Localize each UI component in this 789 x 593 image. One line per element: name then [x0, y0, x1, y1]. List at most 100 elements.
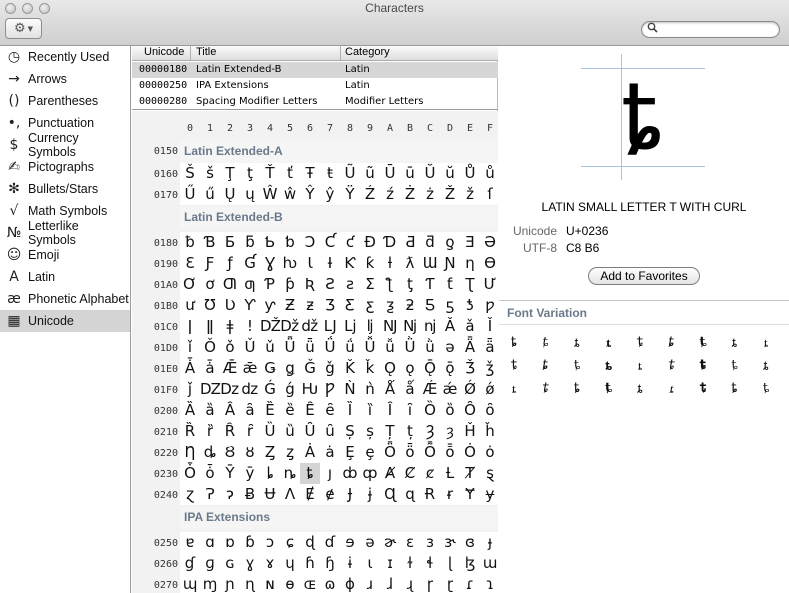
character-cell[interactable]: ȸ	[340, 463, 360, 484]
character-cell[interactable]: ƙ	[360, 253, 380, 274]
character-cell[interactable]: Ƅ	[260, 232, 280, 253]
character-cell[interactable]: Ⱥ	[380, 463, 400, 484]
character-cell[interactable]: Ȕ	[260, 421, 280, 442]
sidebar-item-currency-symbols[interactable]: $ Currency Symbols	[0, 131, 130, 159]
character-cell[interactable]: ɜ	[420, 532, 440, 553]
character-cell[interactable]: Ǖ	[280, 337, 300, 358]
character-cell[interactable]: ƛ	[400, 253, 420, 274]
character-cell[interactable]: Ǎ	[440, 316, 460, 337]
character-cell[interactable]: ǆ	[300, 316, 320, 337]
sidebar-item-pictographs[interactable]: ✍ Pictographs	[0, 156, 130, 178]
table-row[interactable]: 00000250 IPA Extensions Latin	[132, 78, 498, 94]
sidebar-item-phonetic-alphabet[interactable]: æ Phonetic Alphabet	[0, 288, 130, 310]
character-cell[interactable]: Ǫ	[380, 358, 400, 379]
character-cell[interactable]: Ɏ	[460, 484, 480, 505]
character-cell[interactable]: Ƀ	[240, 484, 260, 505]
character-cell[interactable]: Ȧ	[300, 442, 320, 463]
character-cell[interactable]: ǡ	[200, 358, 220, 379]
character-cell[interactable]: ɬ	[420, 553, 440, 574]
character-cell[interactable]: Ǘ	[320, 337, 340, 358]
font-variation-cell[interactable]: ȶ	[594, 378, 624, 400]
character-cell[interactable]: Ǹ	[340, 379, 360, 400]
character-cell[interactable]: Ż	[400, 184, 420, 205]
character-cell[interactable]: Ǻ	[380, 379, 400, 400]
character-cell[interactable]: ɩ	[360, 553, 380, 574]
character-cell[interactable]: Ș	[340, 421, 360, 442]
font-variation-cell[interactable]: ȶ	[531, 378, 561, 400]
character-cell[interactable]: Ǌ	[380, 316, 400, 337]
column-header-category[interactable]: Category	[345, 46, 390, 58]
character-cell[interactable]: Ȏ	[460, 400, 480, 421]
sidebar-item-letterlike-symbols[interactable]: № Letterlike Symbols	[0, 219, 130, 247]
action-menu-button[interactable]: ⚙ ▼	[5, 18, 42, 39]
character-cell[interactable]: Ț	[380, 421, 400, 442]
character-cell[interactable]: ȶ	[300, 463, 320, 484]
character-cell[interactable]: ƃ	[240, 232, 260, 253]
character-cell[interactable]: ǘ	[340, 337, 360, 358]
character-cell[interactable]: ɖ	[300, 532, 320, 553]
character-cell[interactable]: Ƕ	[300, 379, 320, 400]
character-cell[interactable]: ŷ	[320, 184, 340, 205]
sidebar-item-unicode[interactable]: ▦ Unicode	[0, 310, 130, 332]
character-cell[interactable]: ɵ	[280, 574, 300, 593]
font-variation-cell[interactable]: ȶ	[562, 332, 592, 354]
table-row[interactable]: 00000280 Spacing Modifier Letters Modifier…	[132, 94, 498, 110]
character-cell[interactable]: Ǭ	[420, 358, 440, 379]
character-cell[interactable]: Ɵ	[480, 253, 498, 274]
character-cell[interactable]: Ʈ	[460, 274, 480, 295]
character-cell[interactable]: ș	[360, 421, 380, 442]
character-cell[interactable]: ɴ	[260, 574, 280, 593]
character-cell[interactable]: ɭ	[440, 553, 460, 574]
character-cell[interactable]: Ũ	[340, 163, 360, 184]
character-cell[interactable]: Ţ	[220, 163, 240, 184]
character-cell[interactable]: Ɛ	[180, 253, 200, 274]
character-cell[interactable]: ƀ	[180, 232, 200, 253]
character-cell[interactable]: Ž	[440, 184, 460, 205]
character-cell[interactable]: Ǩ	[340, 358, 360, 379]
character-cell[interactable]: Ȇ	[300, 400, 320, 421]
character-cell[interactable]: Ⱦ	[460, 463, 480, 484]
character-cell[interactable]: ɞ	[460, 532, 480, 553]
character-cell[interactable]: Ȼ	[400, 463, 420, 484]
character-cell[interactable]: ǌ	[420, 316, 440, 337]
character-cell[interactable]: ƅ	[280, 232, 300, 253]
character-cell[interactable]: Ɍ	[420, 484, 440, 505]
character-cell[interactable]: ţ	[240, 163, 260, 184]
character-cell[interactable]: Ɩ	[300, 253, 320, 274]
character-cell[interactable]: Ǆ	[260, 316, 281, 337]
character-cell[interactable]: Ƌ	[400, 232, 420, 253]
character-cell[interactable]: ȅ	[280, 400, 300, 421]
character-cell[interactable]: Ʃ	[360, 274, 380, 295]
character-cell[interactable]: Ŭ	[420, 163, 440, 184]
character-cell[interactable]: ɗ	[320, 532, 340, 553]
font-variation-cell[interactable]: ȶ	[625, 378, 655, 400]
character-cell[interactable]: Ū	[380, 163, 400, 184]
character-cell[interactable]: ɧ	[320, 553, 340, 574]
character-cell[interactable]: Ǿ	[460, 379, 480, 400]
character-cell[interactable]: ȍ	[440, 400, 460, 421]
character-cell[interactable]: ɳ	[240, 574, 260, 593]
character-cell[interactable]: Ǣ	[220, 358, 240, 379]
font-variation-cell[interactable]: ȶ	[594, 332, 624, 354]
character-cell[interactable]: ȇ	[320, 400, 340, 421]
character-cell[interactable]: Ƹ	[340, 295, 360, 316]
sidebar-item-parentheses[interactable]: () Parentheses	[0, 90, 130, 112]
character-cell[interactable]: ț	[400, 421, 420, 442]
font-variation-cell[interactable]: ȶ	[531, 355, 561, 377]
character-cell[interactable]: ơ	[200, 274, 220, 295]
font-variation-cell[interactable]: ȶ	[562, 355, 592, 377]
column-header-unicode[interactable]: Unicode	[144, 46, 184, 58]
character-cell[interactable]: Ƨ	[320, 274, 340, 295]
character-cell[interactable]: ǚ	[380, 337, 400, 358]
character-cell[interactable]: Š	[180, 163, 200, 184]
character-cell[interactable]: ǖ	[300, 337, 320, 358]
character-cell[interactable]: Ɇ	[300, 484, 320, 505]
character-cell[interactable]: Ǟ	[460, 337, 480, 358]
character-cell[interactable]: Ǯ	[460, 358, 480, 379]
character-cell[interactable]: ɫ	[400, 553, 420, 574]
character-cell[interactable]: ƚ	[380, 253, 400, 274]
character-cell[interactable]: ȱ	[200, 463, 220, 484]
character-cell[interactable]: Ʌ	[280, 484, 300, 505]
character-cell[interactable]: ɲ	[220, 574, 240, 593]
character-cell[interactable]: ſ	[480, 184, 498, 205]
